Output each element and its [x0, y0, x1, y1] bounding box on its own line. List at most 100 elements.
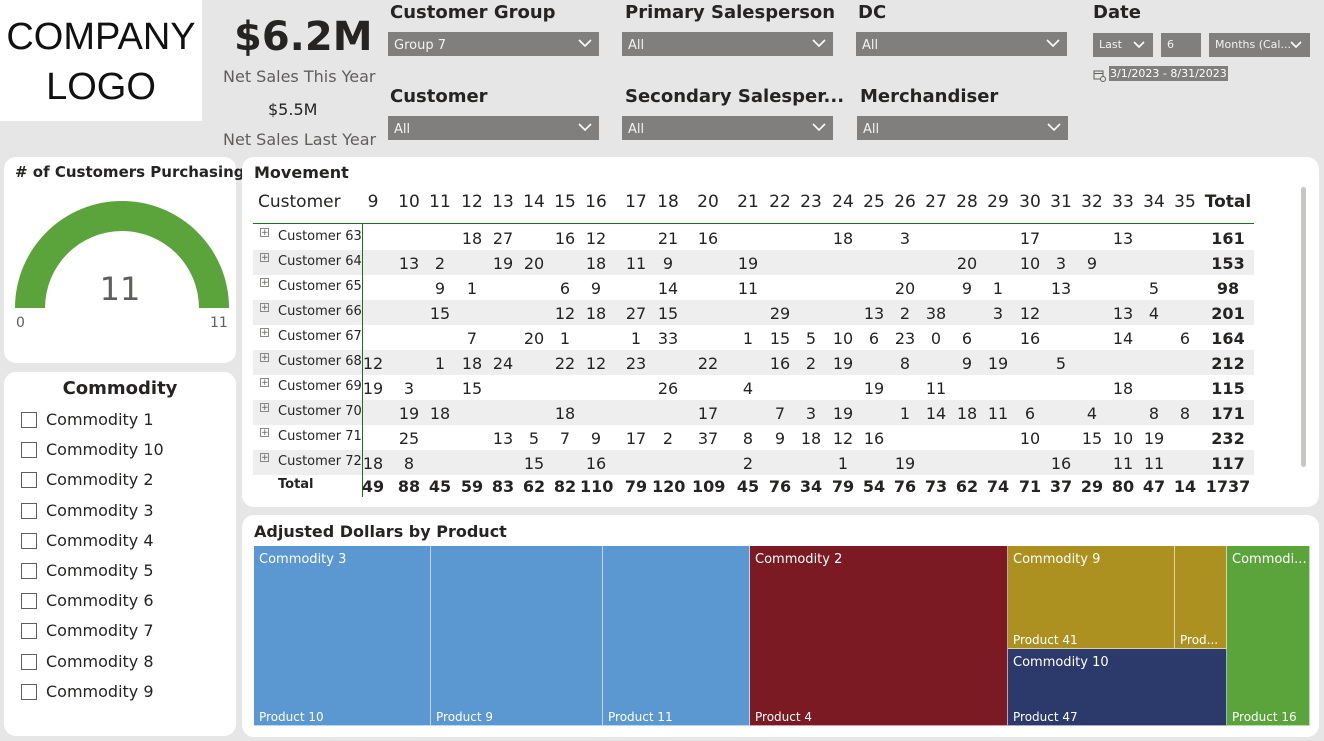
date-count-input[interactable]: 6: [1161, 33, 1201, 57]
expand-icon[interactable]: +: [260, 378, 269, 388]
column-header[interactable]: 25: [858, 192, 890, 212]
commodity-checkbox[interactable]: [21, 472, 37, 489]
row-customer-name[interactable]: Customer 71: [278, 429, 362, 444]
column-header[interactable]: 17: [620, 192, 652, 212]
commodity-option-label[interactable]: Commodity 9: [46, 682, 154, 701]
column-header[interactable]: 23: [795, 192, 827, 212]
column-header[interactable]: 32: [1076, 192, 1108, 212]
column-header[interactable]: 20: [692, 192, 724, 212]
commodity-option-label[interactable]: Commodity 2: [46, 470, 154, 489]
matrix-cell: 1: [992, 279, 1004, 298]
matrix-cell: 1: [559, 329, 571, 348]
dc-label: DC: [858, 2, 887, 23]
matrix-cell: 15: [523, 454, 545, 473]
commodity-checkbox[interactable]: [21, 653, 37, 670]
column-header[interactable]: 15: [549, 192, 581, 212]
primary-salesperson-dropdown[interactable]: All: [622, 32, 833, 56]
matrix-cell: 0: [930, 329, 942, 348]
row-customer-name[interactable]: Customer 66: [278, 304, 362, 319]
commodity-checkbox[interactable]: [21, 532, 37, 549]
column-header[interactable]: 13: [487, 192, 519, 212]
commodity-option-label[interactable]: Commodity 3: [46, 501, 154, 520]
expand-icon[interactable]: +: [260, 228, 269, 238]
column-header[interactable]: 30: [1014, 192, 1046, 212]
commodity-checkbox[interactable]: [21, 563, 37, 579]
matrix-cell: 8: [899, 354, 911, 373]
treemap-tile[interactable]: [1227, 546, 1310, 726]
commodity-option-label[interactable]: Commodity 7: [46, 621, 154, 640]
row-customer-name[interactable]: Customer 70: [278, 404, 362, 419]
dc-dropdown[interactable]: All: [856, 32, 1067, 56]
commodity-option-label[interactable]: Commodity 5: [46, 561, 154, 580]
column-header[interactable]: 18: [652, 192, 684, 212]
matrix-cell: 18: [461, 354, 483, 373]
date-count-value: 6: [1167, 38, 1174, 51]
commodity-checkbox[interactable]: [21, 593, 37, 610]
commodity-checkbox[interactable]: [21, 623, 37, 640]
row-customer-name[interactable]: Customer 68: [278, 354, 362, 369]
expand-icon[interactable]: +: [260, 428, 269, 438]
expand-icon[interactable]: +: [260, 353, 269, 363]
row-customer-name[interactable]: Customer 64: [278, 254, 362, 269]
column-header[interactable]: 35: [1169, 192, 1201, 212]
customer-value: All: [394, 122, 411, 137]
expand-icon[interactable]: +: [260, 278, 269, 288]
column-header[interactable]: 33: [1107, 192, 1139, 212]
expand-icon[interactable]: +: [260, 453, 269, 463]
row-customer-name[interactable]: Customer 63: [278, 229, 362, 244]
commodity-option-label[interactable]: Commodity 10: [46, 440, 164, 459]
column-header[interactable]: 21: [732, 192, 764, 212]
treemap-tile[interactable]: [750, 546, 1008, 726]
column-total: 110: [580, 477, 614, 496]
row-customer-name[interactable]: Customer 65: [278, 279, 362, 294]
customer-group-dropdown[interactable]: Group 7: [388, 32, 599, 56]
column-header[interactable]: 12: [456, 192, 488, 212]
expand-icon[interactable]: +: [260, 303, 269, 313]
expand-icon[interactable]: +: [260, 253, 269, 263]
commodity-option-label[interactable]: Commodity 1: [46, 410, 154, 429]
matrix-scrollbar[interactable]: [1301, 187, 1306, 467]
column-header[interactable]: 24: [827, 192, 859, 212]
matrix-cell: 19: [863, 379, 885, 398]
commodity-option-label[interactable]: Commodity 8: [46, 652, 154, 671]
column-header[interactable]: 22: [764, 192, 796, 212]
row-customer-name[interactable]: Customer 67: [278, 329, 362, 344]
column-header[interactable]: 14: [518, 192, 550, 212]
commodity-checkbox[interactable]: [21, 502, 37, 519]
matrix-cell: 19: [398, 404, 420, 423]
row-customer-name[interactable]: Customer 72: [278, 454, 362, 469]
column-header-total[interactable]: Total: [1203, 192, 1253, 212]
column-header[interactable]: 34: [1138, 192, 1170, 212]
date-unit-dropdown[interactable]: Months (Cal...: [1209, 33, 1310, 57]
column-header[interactable]: 31: [1045, 192, 1077, 212]
column-header[interactable]: 28: [951, 192, 983, 212]
column-header[interactable]: 29: [982, 192, 1014, 212]
treemap-tile[interactable]: [254, 546, 431, 726]
commodity-option-label[interactable]: Commodity 4: [46, 531, 154, 550]
date-mode-dropdown[interactable]: Last: [1093, 33, 1153, 57]
matrix-cell: 4: [1086, 404, 1098, 423]
customer-dropdown[interactable]: All: [388, 116, 599, 140]
commodity-checkbox[interactable]: [21, 442, 37, 459]
commodity-checkbox[interactable]: [21, 412, 37, 428]
commodity-option-label[interactable]: Commodity 6: [46, 591, 154, 610]
expand-icon[interactable]: +: [260, 328, 269, 338]
expand-icon[interactable]: +: [260, 403, 269, 413]
column-header[interactable]: 9: [357, 192, 389, 212]
merchandiser-dropdown[interactable]: All: [857, 116, 1068, 140]
matrix-cell: 17: [1019, 229, 1041, 248]
column-header[interactable]: 10: [393, 192, 425, 212]
column-header[interactable]: 11: [424, 192, 456, 212]
treemap-tile[interactable]: [603, 546, 750, 726]
column-total: 83: [491, 477, 515, 496]
column-header[interactable]: 16: [580, 192, 612, 212]
treemap-tile[interactable]: [431, 546, 603, 726]
row-customer-name[interactable]: Customer 69: [278, 379, 362, 394]
matrix-cell: 6: [868, 329, 880, 348]
column-header[interactable]: 27: [920, 192, 952, 212]
row-header-customer[interactable]: Customer: [258, 192, 341, 212]
commodity-slicer-title: Commodity: [62, 378, 178, 399]
commodity-checkbox[interactable]: [21, 683, 37, 700]
column-header[interactable]: 26: [889, 192, 921, 212]
secondary-salesperson-dropdown[interactable]: All: [622, 116, 833, 140]
